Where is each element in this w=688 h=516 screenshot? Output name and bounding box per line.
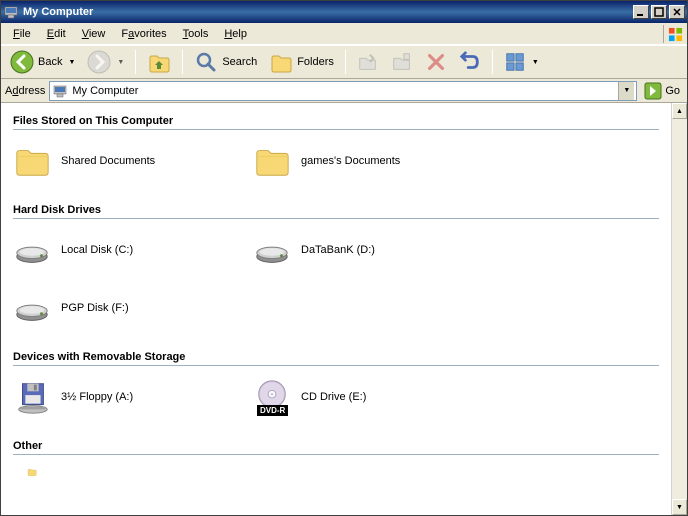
- separator: [345, 50, 346, 74]
- item-cd-drive-e[interactable]: DVD-R CD Drive (E:): [253, 378, 453, 416]
- back-label: Back: [38, 56, 62, 68]
- maximize-button[interactable]: [651, 5, 667, 19]
- window-title: My Computer: [23, 6, 633, 18]
- item-label: 3½ Floppy (A:): [61, 390, 133, 404]
- vertical-scrollbar[interactable]: ▲ ▼: [671, 103, 687, 515]
- chevron-down-icon: ▼: [532, 59, 539, 66]
- group-header-files-stored: Files Stored on This Computer: [13, 111, 659, 130]
- my-computer-icon: [52, 83, 68, 99]
- copy-to-button[interactable]: [386, 48, 418, 76]
- chevron-down-icon: ▼: [117, 59, 124, 66]
- floppy-disk-icon: [13, 378, 51, 416]
- toolbar: Back ▼ ▼ Search Folders ▼: [1, 45, 687, 79]
- item-databank-d[interactable]: DaTaBanK (D:): [253, 231, 453, 269]
- item-games-documents[interactable]: games's Documents: [253, 142, 453, 180]
- hard-disk-icon: [13, 289, 51, 327]
- item-pgp-disk-f[interactable]: PGP Disk (F:): [13, 289, 213, 327]
- go-button[interactable]: Go: [641, 81, 683, 101]
- menubar: File Edit View Favorites Tools Help: [1, 23, 687, 45]
- up-button[interactable]: [142, 47, 176, 77]
- back-button[interactable]: Back ▼: [5, 47, 80, 77]
- chevron-down-icon: ▼: [68, 59, 75, 66]
- hard-disk-icon: [253, 231, 291, 269]
- my-computer-icon: [3, 4, 19, 20]
- item-floppy-a[interactable]: 3½ Floppy (A:): [13, 378, 213, 416]
- delete-button[interactable]: [420, 48, 452, 76]
- folder-icon: [13, 467, 51, 477]
- scroll-down-button[interactable]: ▼: [672, 499, 687, 515]
- item-label: PGP Disk (F:): [61, 301, 129, 315]
- address-label: Address: [5, 85, 45, 97]
- go-label: Go: [665, 85, 680, 97]
- forward-button[interactable]: ▼: [82, 47, 129, 77]
- group-header-hard-disks: Hard Disk Drives: [13, 200, 659, 219]
- item-other-partial[interactable]: [13, 467, 213, 477]
- search-label: Search: [222, 56, 257, 68]
- move-to-button[interactable]: [352, 48, 384, 76]
- scroll-up-button[interactable]: ▲: [672, 103, 687, 119]
- hard-disk-icon: [13, 231, 51, 269]
- scroll-track[interactable]: [672, 119, 687, 499]
- address-value: My Computer: [68, 85, 618, 97]
- group-header-other: Other: [13, 436, 659, 455]
- windows-flag-icon: [663, 25, 683, 43]
- dvd-r-badge: DVD-R: [257, 405, 288, 416]
- item-label: games's Documents: [301, 154, 400, 168]
- menu-tools[interactable]: Tools: [175, 26, 217, 42]
- minimize-button[interactable]: [633, 5, 649, 19]
- separator: [492, 50, 493, 74]
- menu-edit[interactable]: Edit: [39, 26, 74, 42]
- separator: [182, 50, 183, 74]
- address-input[interactable]: My Computer ▼: [49, 81, 637, 101]
- menu-favorites[interactable]: Favorites: [113, 26, 174, 42]
- item-label: CD Drive (E:): [301, 390, 366, 404]
- undo-button[interactable]: [454, 48, 486, 76]
- item-label: Shared Documents: [61, 154, 155, 168]
- menu-file[interactable]: File: [5, 26, 39, 42]
- menu-view[interactable]: View: [74, 26, 114, 42]
- item-local-disk-c[interactable]: Local Disk (C:): [13, 231, 213, 269]
- separator: [135, 50, 136, 74]
- folders-label: Folders: [297, 56, 334, 68]
- content-area: Files Stored on This Computer Shared Doc…: [1, 103, 687, 515]
- addressbar: Address My Computer ▼ Go: [1, 79, 687, 103]
- titlebar: My Computer: [1, 1, 687, 23]
- item-label: Local Disk (C:): [61, 243, 133, 257]
- search-button[interactable]: Search: [189, 47, 262, 77]
- folders-button[interactable]: Folders: [264, 47, 339, 77]
- address-dropdown[interactable]: ▼: [618, 82, 634, 100]
- group-header-removable: Devices with Removable Storage: [13, 347, 659, 366]
- folder-icon: [13, 142, 51, 180]
- views-button[interactable]: ▼: [499, 48, 544, 76]
- folder-icon: [253, 142, 291, 180]
- cd-drive-icon: DVD-R: [253, 378, 291, 416]
- menu-help[interactable]: Help: [216, 26, 255, 42]
- item-label: DaTaBanK (D:): [301, 243, 375, 257]
- close-button[interactable]: [669, 5, 685, 19]
- main-panel: Files Stored on This Computer Shared Doc…: [1, 103, 671, 515]
- window-controls: [633, 5, 685, 19]
- item-shared-documents[interactable]: Shared Documents: [13, 142, 213, 180]
